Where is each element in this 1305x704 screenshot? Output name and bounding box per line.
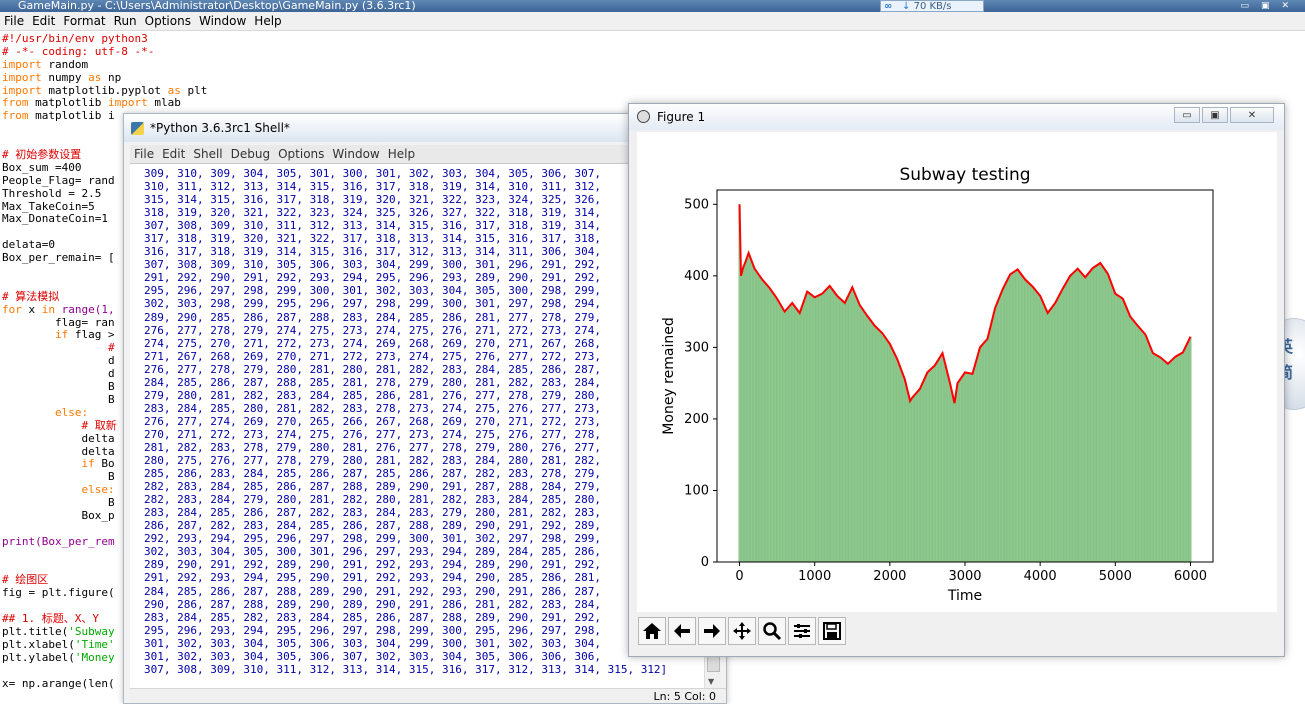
editor-menu-format[interactable]: Format bbox=[59, 12, 109, 28]
figure-titlebar[interactable]: Figure 1 ▭ ▣ ✕ bbox=[629, 104, 1284, 130]
download-arrow-icon: ↓ bbox=[902, 1, 911, 12]
shell-menu-edit[interactable]: Edit bbox=[158, 145, 189, 161]
editor-menu-run[interactable]: Run bbox=[110, 12, 141, 28]
network-speed-value: 70 KB/s bbox=[913, 1, 952, 12]
shell-menu-options[interactable]: Options bbox=[274, 145, 328, 161]
y-tick-label: 500 bbox=[684, 197, 709, 212]
editor-menu-edit[interactable]: Edit bbox=[28, 12, 59, 28]
editor-menu-options[interactable]: Options bbox=[141, 12, 195, 28]
x-tick-label: 6000 bbox=[1174, 569, 1207, 584]
forward-arrow-icon[interactable] bbox=[698, 617, 726, 645]
navigation-toolbar bbox=[637, 614, 1277, 648]
x-tick-label: 3000 bbox=[948, 569, 981, 584]
network-speed-badge: ∞ ↓ 70 KB/s bbox=[880, 0, 984, 12]
matplotlib-figure-window: Figure 1 ▭ ▣ ✕ 0 1000 2000 3000 4000 5000 6000… bbox=[628, 103, 1285, 657]
editor-menubar: File Edit Format Run Options Window Help bbox=[0, 12, 1305, 31]
editor-window-title: GameMain.py - C:\Users\Administrator\Des… bbox=[18, 0, 416, 12]
figure-window-title: Figure 1 bbox=[657, 110, 706, 124]
shell-menu-shell[interactable]: Shell bbox=[189, 145, 226, 161]
x-tick-label: 5000 bbox=[1099, 569, 1132, 584]
maximize-button[interactable]: ▣ bbox=[1202, 107, 1228, 123]
shell-window-title: *Python 3.6.3rc1 Shell* bbox=[150, 121, 290, 135]
figure-app-icon bbox=[637, 110, 650, 123]
chart-bar bbox=[1189, 336, 1192, 562]
x-tick-label: 1000 bbox=[798, 569, 831, 584]
x-tick-label: 2000 bbox=[873, 569, 906, 584]
shell-menu-window[interactable]: Window bbox=[328, 145, 383, 161]
back-arrow-icon[interactable] bbox=[668, 617, 696, 645]
chart-title: Subway testing bbox=[899, 165, 1030, 185]
y-tick-label: 400 bbox=[684, 269, 709, 284]
save-floppy-icon[interactable] bbox=[818, 617, 846, 645]
shell-output-text: 309, 310, 309, 304, 305, 301, 300, 301, … bbox=[144, 167, 668, 676]
editor-window-controls[interactable]: ▭▣✕ bbox=[1240, 0, 1301, 12]
editor-menu-window[interactable]: Window bbox=[195, 12, 250, 28]
home-icon[interactable] bbox=[638, 617, 666, 645]
shell-cursor-position: Ln: 5 Col: 0 bbox=[653, 690, 716, 703]
editor-menu-help[interactable]: Help bbox=[250, 12, 285, 28]
zoom-magnifier-icon[interactable] bbox=[758, 617, 786, 645]
editor-menu-file[interactable]: File bbox=[0, 12, 28, 28]
y-tick-label: 100 bbox=[684, 483, 709, 498]
configure-subplots-icon[interactable] bbox=[788, 617, 816, 645]
scroll-down-arrow-icon[interactable]: ▼ bbox=[708, 677, 714, 686]
shell-output-area[interactable]: 309, 310, 309, 304, 305, 301, 300, 301, … bbox=[130, 164, 704, 688]
close-button[interactable]: ✕ bbox=[1230, 107, 1274, 123]
editor-titlebar[interactable]: GameMain.py - C:\Users\Administrator\Des… bbox=[0, 0, 1305, 12]
pan-move-icon[interactable] bbox=[728, 617, 756, 645]
figure-canvas[interactable]: 0 1000 2000 3000 4000 5000 6000 0 100 200 300 400 50… bbox=[637, 132, 1277, 612]
shell-statusbar: Ln: 5 Col: 0 bbox=[130, 688, 726, 703]
bar-chart: 0 1000 2000 3000 4000 5000 6000 0 100 200 300 400 50… bbox=[661, 165, 1214, 604]
y-tick-label: 0 bbox=[701, 555, 709, 570]
minimize-button[interactable]: ▭ bbox=[1174, 107, 1200, 123]
y-tick-label: 200 bbox=[684, 412, 709, 427]
y-tick-label: 300 bbox=[684, 340, 709, 355]
x-tick-label: 0 bbox=[735, 569, 743, 584]
code-line: # -*- coding: utf-8 -*- bbox=[2, 44, 155, 58]
x-axis-label: Time bbox=[947, 588, 982, 604]
y-axis-label: Money remained bbox=[661, 317, 677, 434]
x-tick-label: 4000 bbox=[1024, 569, 1057, 584]
python-logo-icon bbox=[131, 122, 144, 135]
shell-menu-file[interactable]: File bbox=[130, 145, 158, 161]
shell-menu-help[interactable]: Help bbox=[384, 145, 419, 161]
shell-menu-debug[interactable]: Debug bbox=[227, 145, 274, 161]
